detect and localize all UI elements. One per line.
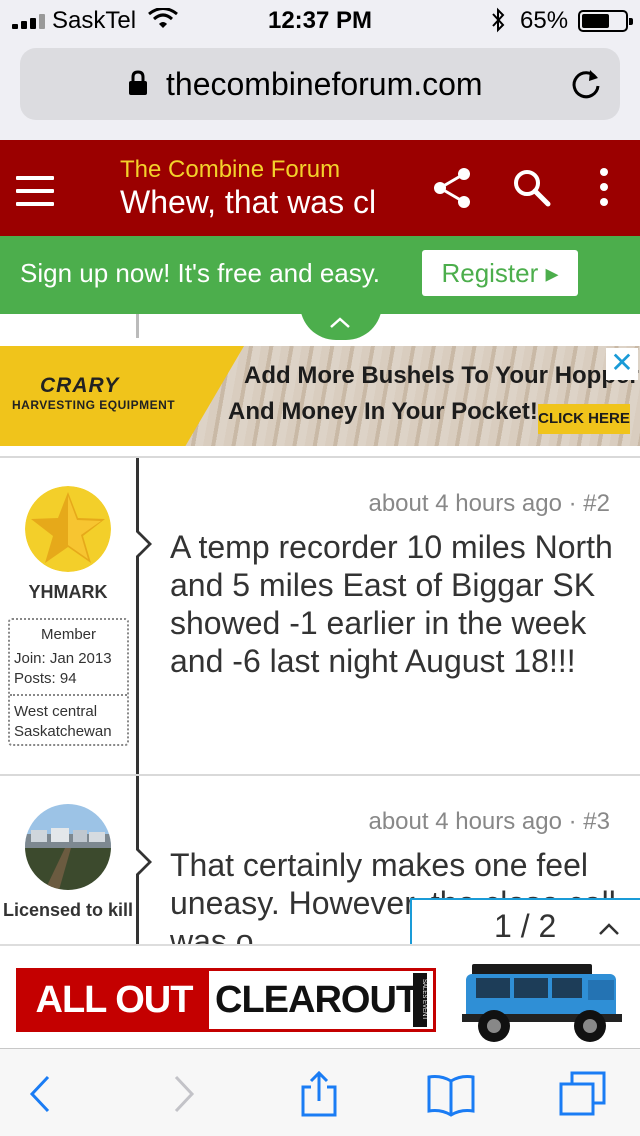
ad-headline-2: And Money In Your Pocket! bbox=[228, 398, 538, 425]
user-role: Member bbox=[40, 626, 96, 643]
post-2: YHMARK Member Join: Jan 2013 Posts: 94 W… bbox=[0, 458, 640, 774]
reload-icon[interactable] bbox=[568, 66, 604, 102]
battery-percent: 65% bbox=[520, 7, 569, 34]
search-icon[interactable] bbox=[510, 166, 554, 210]
user-avatar[interactable] bbox=[25, 804, 111, 890]
user-location: West central Saskatchewan bbox=[14, 703, 112, 740]
bookmarks-icon[interactable] bbox=[426, 1071, 476, 1117]
jeep-vehicle-image bbox=[462, 964, 622, 1042]
post-meta[interactable]: about 4 hours ago · #3 bbox=[368, 808, 610, 836]
truck-photo-avatar bbox=[25, 804, 111, 890]
url-text: thecombineforum.com bbox=[166, 66, 483, 102]
post-pointer bbox=[136, 528, 152, 560]
user-info-box: Member Join: Jan 2013 Posts: 94 West cen… bbox=[8, 618, 129, 746]
forum-header: The Combine Forum Whew, that was cl bbox=[0, 140, 640, 236]
chevron-up-icon[interactable] bbox=[598, 922, 620, 936]
clearout-banner: ALL OUT CLEAROUT SALES EVENT bbox=[16, 968, 436, 1032]
signup-banner: Sign up now! It's free and easy. Registe… bbox=[0, 236, 640, 314]
user-join-date: Join: Jan 2013 bbox=[14, 650, 112, 667]
register-button[interactable]: Register ▸ bbox=[422, 250, 578, 296]
address-bar[interactable]: thecombineforum.com bbox=[20, 48, 620, 120]
username[interactable]: YHMARK bbox=[0, 582, 136, 603]
ad-headline-1: Add More Bushels To Your Hopper bbox=[244, 362, 639, 389]
ad-sales-event-tag: SALES EVENT bbox=[413, 973, 427, 1027]
ad-click-here-button[interactable]: CLICK HERE bbox=[538, 404, 630, 434]
share-icon[interactable] bbox=[430, 166, 474, 210]
battery-icon bbox=[578, 10, 633, 32]
site-name[interactable]: The Combine Forum bbox=[120, 156, 340, 184]
post-rail bbox=[136, 314, 139, 338]
forward-icon[interactable] bbox=[158, 1071, 208, 1117]
lock-icon bbox=[129, 70, 147, 95]
user-avatar[interactable] bbox=[25, 486, 111, 572]
user-post-count: Posts: 94 bbox=[14, 670, 77, 687]
more-options-icon[interactable] bbox=[594, 168, 614, 208]
ad-brand-name: CRARY bbox=[40, 374, 120, 397]
bottom-advertisement[interactable]: ALL OUT CLEAROUT SALES EVENT bbox=[0, 944, 640, 1048]
ad-all-out-text: ALL OUT bbox=[19, 971, 209, 1029]
bluetooth-icon bbox=[492, 7, 505, 33]
hamburger-menu-icon[interactable] bbox=[16, 176, 54, 206]
username[interactable]: Licensed to kill bbox=[0, 900, 136, 920]
post-meta[interactable]: about 4 hours ago · #2 bbox=[368, 490, 610, 518]
post-body: A temp recorder 10 miles North and 5 mil… bbox=[170, 529, 613, 679]
status-bar: SaskTel 12:37 PM 65% bbox=[0, 0, 640, 40]
ad-close-icon[interactable]: ✕ bbox=[606, 348, 638, 380]
post-rail bbox=[136, 458, 139, 774]
back-icon[interactable] bbox=[18, 1071, 68, 1117]
star-avatar-icon bbox=[25, 486, 111, 572]
ad-brand-subtitle: HARVESTING EQUIPMENT bbox=[12, 398, 176, 412]
thread-title: Whew, that was cl bbox=[120, 184, 377, 220]
signup-message: Sign up now! It's free and easy. bbox=[20, 258, 381, 288]
tabs-icon[interactable] bbox=[558, 1071, 608, 1117]
ad-clearout-text: CLEAROUT bbox=[215, 979, 419, 1021]
page-number: 1 / 2 bbox=[494, 908, 557, 944]
post-pointer bbox=[136, 846, 152, 878]
browser-address-area: thecombineforum.com bbox=[0, 40, 640, 140]
browser-toolbar bbox=[0, 1048, 640, 1136]
top-advertisement[interactable]: CRARY HARVESTING EQUIPMENT Add More Bush… bbox=[0, 346, 640, 446]
chevron-up-icon bbox=[330, 317, 350, 328]
share-sheet-icon[interactable] bbox=[294, 1071, 344, 1117]
